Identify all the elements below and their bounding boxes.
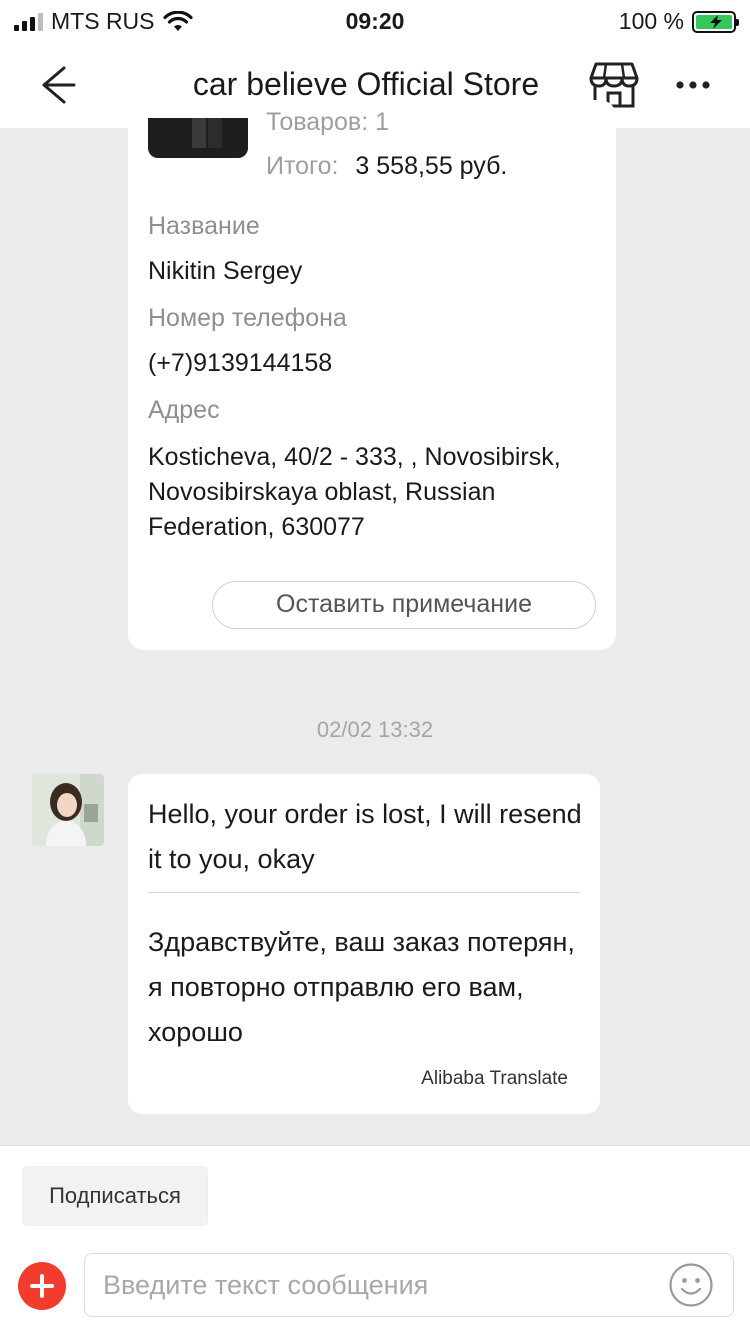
phone-value: (+7)9139144158: [148, 349, 333, 377]
product-thumbnail[interactable]: [148, 118, 248, 158]
emoji-icon[interactable]: [668, 1262, 714, 1308]
name-label: Название: [148, 212, 260, 240]
address-value: Kosticheva, 40/2 - 333, , Novosibirsk, N…: [148, 443, 561, 541]
leave-note-button[interactable]: Оставить примечание: [212, 581, 596, 629]
message-original-text: Hello, your order is lost, I will resend…: [148, 799, 582, 874]
items-count: Товаров: 1: [266, 108, 390, 136]
more-icon[interactable]: [668, 70, 718, 100]
total-value: 3 558,55 руб.: [355, 152, 508, 180]
message-bubble[interactable]: Hello, your order is lost, I will resend…: [128, 774, 600, 1114]
order-card[interactable]: Товаров: 1 Итого: 3 558,55 руб. Название…: [128, 100, 616, 650]
message-timestamp: 02/02 13:32: [316, 717, 434, 742]
order-total: Итого: 3 558,55 руб.: [266, 152, 507, 181]
name-value: Nikitin Sergey: [148, 257, 303, 285]
subscribe-button[interactable]: Подписаться: [22, 1166, 208, 1226]
seller-avatar[interactable]: [32, 774, 104, 846]
status-bar: MTS RUS 09:20 100 %: [0, 0, 750, 42]
store-title: car believe Official Store: [192, 66, 540, 102]
address-label: Адрес: [148, 396, 220, 424]
message-divider: [148, 892, 580, 893]
translator-credit: Alibaba Translate: [421, 1068, 568, 1089]
battery-percent: 100 %: [618, 8, 684, 34]
bottom-bar: Подписаться: [0, 1145, 750, 1334]
total-label: Итого:: [266, 152, 339, 180]
phone-label: Номер телефона: [148, 304, 347, 332]
message-input[interactable]: [84, 1253, 734, 1317]
back-arrow-icon[interactable]: [30, 62, 80, 108]
battery-icon: [692, 10, 739, 33]
add-attachment-button[interactable]: [18, 1262, 66, 1310]
message-translated-text: Здравствуйте, ваш заказ потерян, я повто…: [148, 927, 575, 1047]
status-right: 100 %: [618, 8, 739, 35]
